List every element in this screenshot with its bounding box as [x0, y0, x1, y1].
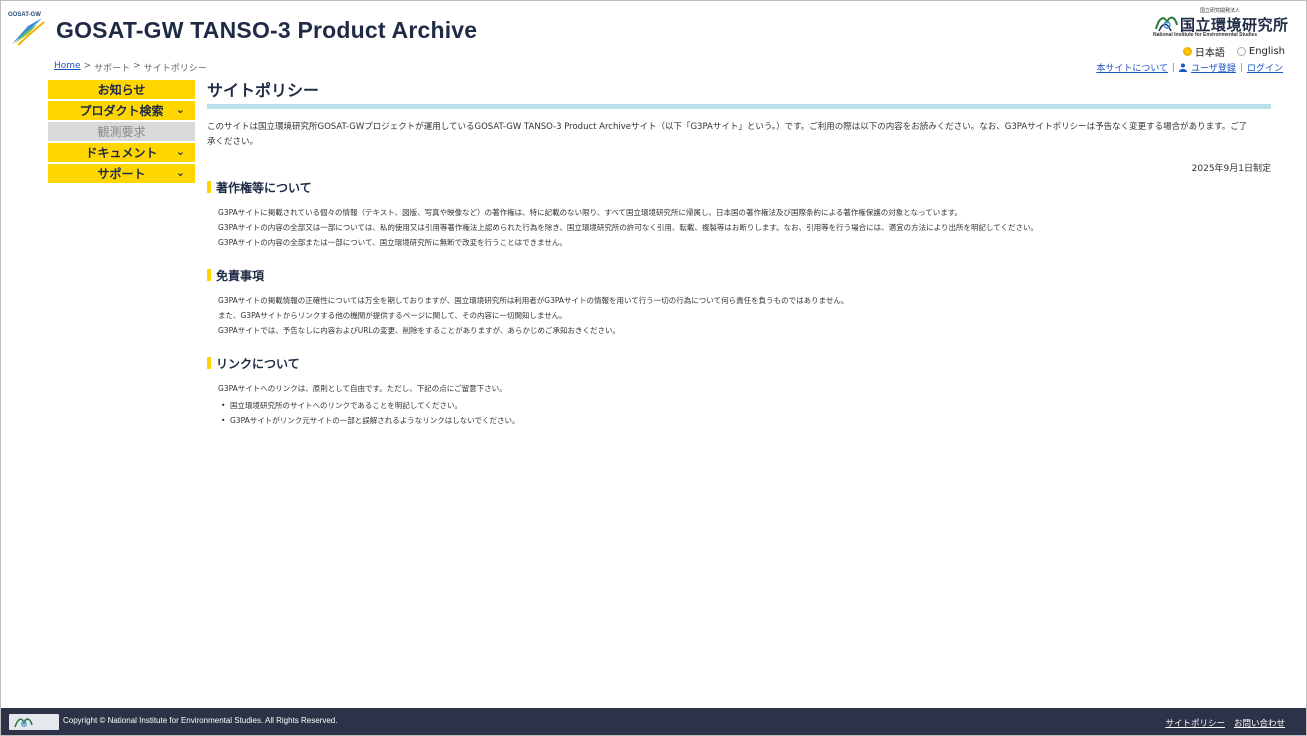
- breadcrumb-support: サポート: [94, 64, 131, 74]
- nies-footer-logo-icon: [9, 714, 59, 730]
- section-body: G3PAサイトに掲載されている個々の情報（テキスト、図版、写真や映像など）の著作…: [218, 205, 1271, 250]
- section-heading-text: リンクについて: [216, 356, 300, 371]
- section-heading: リンクについて: [207, 354, 1271, 372]
- breadcrumb-home-link[interactable]: Home: [54, 61, 81, 74]
- paragraph-line: G3PAサイトの内容の全部又は一部については、私的使用又は引用等著作権法上認めら…: [218, 223, 1039, 232]
- user-register-link[interactable]: ユーザ登録: [1191, 61, 1236, 74]
- section-heading: 免責事項: [207, 266, 1271, 284]
- sidebar-item-product-search[interactable]: プロダクト検索 ⌄: [48, 101, 195, 120]
- top-links: 本サイトについて | ユーザ登録 | ログイン: [1096, 61, 1283, 75]
- lang-label-english: English: [1248, 46, 1285, 57]
- nies-emblem-icon: [1155, 16, 1178, 32]
- breadcrumb-separator: >: [83, 61, 92, 71]
- paragraph-line: また、G3PAサイトからリンクする他の機関が提供するページに関して、その内容に一…: [218, 311, 567, 320]
- radio-unselected-icon[interactable]: [1236, 47, 1246, 56]
- footer-site-policy-link[interactable]: サイトポリシー: [1165, 717, 1225, 729]
- link-separator: |: [1239, 62, 1243, 73]
- sidebar-item-observation-request: 観測要求: [48, 122, 195, 141]
- section-copyright: 著作権等について G3PAサイトに掲載されている個々の情報（テキスト、図版、写真…: [207, 178, 1271, 250]
- paragraph-line: G3PAサイトに掲載されている個々の情報（テキスト、図版、写真や映像など）の著作…: [218, 208, 962, 217]
- intro-text: このサイトは国立環境研究所GOSAT-GWプロジェクトが運用しているGOSAT-…: [207, 120, 1271, 150]
- footer-contact-link[interactable]: お問い合わせ: [1234, 717, 1285, 729]
- org-type-label: 国立研究開発法人: [1200, 8, 1241, 14]
- lang-label-japanese: 日本語: [1194, 48, 1225, 59]
- heading-marker: [207, 181, 211, 193]
- sidebar-item-label: サポート: [97, 167, 146, 181]
- nies-logo[interactable]: 国立研究開発法人 国立環境研究所 National Institute for …: [1153, 8, 1293, 38]
- chevron-down-icon: ⌄: [175, 103, 185, 116]
- paragraph-line: G3PAサイトでは、予告なしに内容およびURLの変更、削除をすることがありますが…: [218, 326, 620, 335]
- lang-option-japanese[interactable]: 日本語: [1182, 44, 1225, 59]
- chevron-down-icon: ⌄: [175, 166, 185, 179]
- sidebar-item-label: 観測要求: [97, 125, 146, 139]
- section-body: G3PAサイトの掲載情報の正確性については万全を期しておりますが、国立環境研究所…: [218, 293, 1271, 338]
- section-links: リンクについて G3PAサイトへのリンクは、原則として自由です。ただし、下記の点…: [207, 354, 1271, 428]
- footer-links: サイトポリシー お問い合わせ: [1165, 717, 1285, 729]
- link-separator: |: [1172, 62, 1176, 73]
- intro-line: このサイトは国立環境研究所GOSAT-GWプロジェクトが運用しているGOSAT-…: [207, 122, 1248, 132]
- main-content: サイトポリシー このサイトは国立環境研究所GOSAT-GWプロジェクトが運用して…: [207, 80, 1271, 428]
- paragraph-line: G3PAサイトへのリンクは、原則として自由です。ただし、下記の点にご留意下さい。: [218, 384, 507, 393]
- paragraph-line: G3PAサイトの掲載情報の正確性については万全を期しておりますが、国立環境研究所…: [218, 296, 849, 305]
- user-icon: [1179, 63, 1188, 72]
- about-link[interactable]: 本サイトについて: [1096, 61, 1168, 74]
- breadcrumb-current: サイトポリシー: [143, 64, 207, 74]
- bullet-list: 国立環境研究所のサイトへのリンクであることを明記してください。 G3PAサイトが…: [218, 398, 1271, 428]
- org-name-en: National Institute for Environmental Stu…: [1153, 32, 1258, 38]
- sidebar-item-label: プロダクト検索: [79, 104, 164, 118]
- gosat-gw-logo-icon[interactable]: GOSAT-GW: [8, 12, 50, 46]
- language-selector: 日本語 English: [1182, 44, 1285, 59]
- sidebar-nav: お知らせ プロダクト検索 ⌄ 観測要求 ドキュメント ⌄ サポート ⌄: [48, 80, 195, 185]
- heading-marker: [207, 269, 211, 281]
- section-heading-text: 著作権等について: [216, 180, 312, 195]
- paragraph-line: G3PAサイトの内容の全部または一部について、国立環境研究所に無断で改変を行うこ…: [218, 238, 567, 247]
- section-heading: 著作権等について: [207, 178, 1271, 196]
- list-item: G3PAサイトがリンク元サイトの一部と誤解されるようなリンクはしないでください。: [218, 413, 1271, 428]
- page-title: サイトポリシー: [207, 81, 320, 100]
- sidebar-item-news[interactable]: お知らせ: [48, 80, 195, 99]
- heading-marker: [207, 357, 211, 369]
- established-date: 2025年9月1日制定: [1191, 164, 1271, 174]
- section-disclaimer: 免責事項 G3PAサイトの掲載情報の正確性については万全を期しておりますが、国立…: [207, 266, 1271, 338]
- sidebar-item-label: ドキュメント: [85, 146, 158, 160]
- title-underline: [207, 104, 1271, 109]
- logo-tag: GOSAT-GW: [8, 12, 41, 18]
- intro-line: 承ください。: [207, 137, 259, 147]
- footer: Copyright © National Institute for Envir…: [1, 708, 1306, 735]
- sidebar-item-label: お知らせ: [97, 83, 146, 97]
- login-link[interactable]: ログイン: [1247, 61, 1283, 74]
- copyright-text: Copyright © National Institute for Envir…: [63, 716, 338, 725]
- chevron-down-icon: ⌄: [175, 145, 185, 158]
- breadcrumb: Home > サポート > サイトポリシー: [54, 61, 207, 74]
- radio-selected-icon[interactable]: [1182, 47, 1192, 56]
- breadcrumb-separator: >: [133, 61, 141, 71]
- section-heading-text: 免責事項: [216, 268, 265, 283]
- section-body: G3PAサイトへのリンクは、原則として自由です。ただし、下記の点にご留意下さい。…: [218, 381, 1271, 428]
- sidebar-item-support[interactable]: サポート ⌄: [48, 164, 195, 183]
- list-item: 国立環境研究所のサイトへのリンクであることを明記してください。: [218, 398, 1271, 413]
- sidebar-item-documents[interactable]: ドキュメント ⌄: [48, 143, 195, 162]
- lang-option-english[interactable]: English: [1236, 46, 1285, 57]
- site-title[interactable]: GOSAT-GW TANSO-3 Product Archive: [56, 17, 477, 44]
